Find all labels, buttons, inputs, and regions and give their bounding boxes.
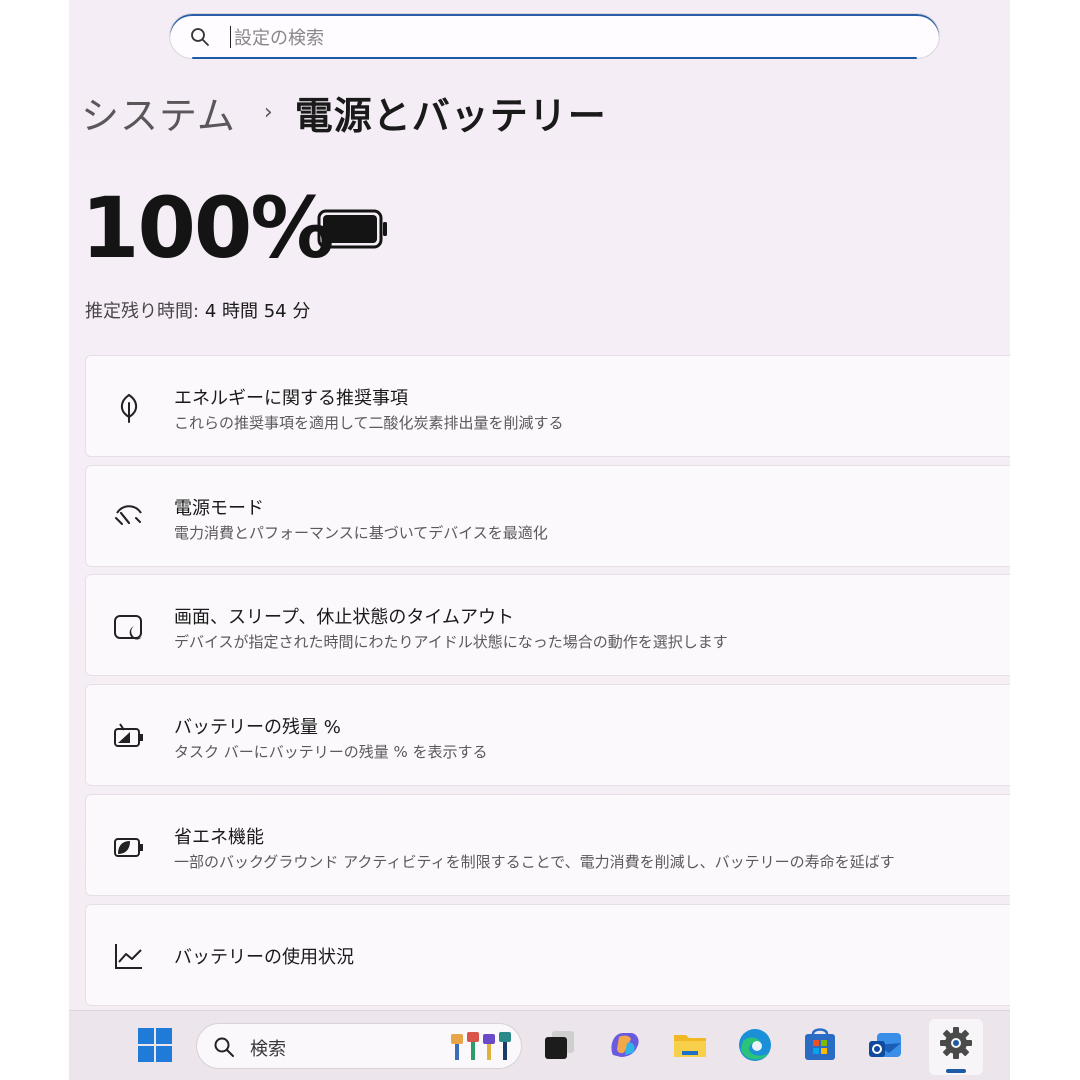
taskbar-search-label: 検索 xyxy=(250,1039,286,1060)
battery-percentage-icon xyxy=(114,723,143,747)
card-description: タスク バーにバッテリーの残量 % を表示する xyxy=(174,743,488,761)
page-title: 電源とバッテリー xyxy=(294,93,607,138)
edge-icon[interactable] xyxy=(735,1025,775,1065)
card-description: 一部のバックグラウンド アクティビティを制限することで、電力消費を削減し、バッテ… xyxy=(174,853,895,871)
card-energy-saver[interactable]: 省エネ機能 一部のバックグラウンド アクティビティを制限することで、電力消費を削… xyxy=(85,794,1010,896)
remaining-time: 推定残り時間: 4 時間 54 分 xyxy=(85,297,310,323)
active-app-indicator xyxy=(946,1069,966,1073)
search-icon xyxy=(214,1037,234,1057)
remaining-time-value: 4 時間 54 分 xyxy=(204,301,311,322)
search-highlight-icon xyxy=(451,1032,511,1060)
store-icon[interactable] xyxy=(800,1025,840,1065)
card-description: 電力消費とパフォーマンスに基づいてデバイスを最適化 xyxy=(174,524,548,542)
card-energy-recommendations[interactable]: エネルギーに関する推奨事項 これらの推奨事項を適用して二酸化炭素排出量を削減する xyxy=(85,355,1010,457)
battery-full-icon xyxy=(317,209,387,249)
settings-icon xyxy=(940,1027,972,1059)
settings-search-box[interactable] xyxy=(169,13,940,59)
card-screen-sleep-timeout[interactable]: 画面、スリープ、休止状態のタイムアウト デバイスが指定された時間にわたりアイドル… xyxy=(85,574,1010,676)
card-power-mode[interactable]: 電源モード 電力消費とパフォーマンスに基づいてデバイスを最適化 xyxy=(85,465,1010,567)
energy-saver-icon xyxy=(114,838,143,857)
card-description: デバイスが指定された時間にわたりアイドル状態になった場合の動作を選択します xyxy=(174,633,728,651)
card-title: 省エネ機能 xyxy=(174,827,264,848)
search-input[interactable] xyxy=(232,22,886,54)
copilot-icon[interactable] xyxy=(605,1025,645,1065)
outlook-icon[interactable] xyxy=(865,1025,905,1065)
task-view-icon[interactable] xyxy=(540,1025,580,1065)
card-title: 画面、スリープ、休止状態のタイムアウト xyxy=(174,607,515,628)
usage-chart-icon xyxy=(115,944,142,969)
power-mode-gauge-icon xyxy=(115,505,142,525)
battery-percentage: 100% xyxy=(81,179,335,277)
card-description: これらの推奨事項を適用して二酸化炭素排出量を削減する xyxy=(174,414,564,432)
breadcrumb-parent-system[interactable]: システム xyxy=(81,85,236,140)
card-title: 電源モード xyxy=(174,498,264,519)
windows-start-icon[interactable] xyxy=(135,1025,175,1065)
remaining-time-label: 推定残り時間: xyxy=(85,301,200,322)
breadcrumb-separator-icon: › xyxy=(263,99,273,125)
card-battery-percentage[interactable]: バッテリーの残量 % タスク バーにバッテリーの残量 % を表示する xyxy=(85,684,1010,786)
card-title: エネルギーに関する推奨事項 xyxy=(174,388,408,409)
breadcrumb: システム › 電源とバッテリー xyxy=(81,82,607,142)
text-caret xyxy=(230,26,231,48)
settings-taskbar-button[interactable] xyxy=(929,1019,983,1075)
taskbar: 検索 xyxy=(69,1010,1010,1080)
leaf-icon xyxy=(120,393,138,423)
taskbar-search[interactable]: 検索 xyxy=(196,1023,522,1069)
search-icon xyxy=(191,28,209,46)
screen-sleep-icon xyxy=(114,615,142,640)
card-title: バッテリーの残量 % xyxy=(174,717,341,738)
card-battery-usage[interactable]: バッテリーの使用状況 xyxy=(85,904,1010,1006)
settings-window: システム › 電源とバッテリー 100% 推定残り時間: 4 時間 54 分 エ… xyxy=(69,0,1010,1080)
card-title: バッテリーの使用状況 xyxy=(174,947,354,968)
file-explorer-icon[interactable] xyxy=(670,1025,710,1065)
